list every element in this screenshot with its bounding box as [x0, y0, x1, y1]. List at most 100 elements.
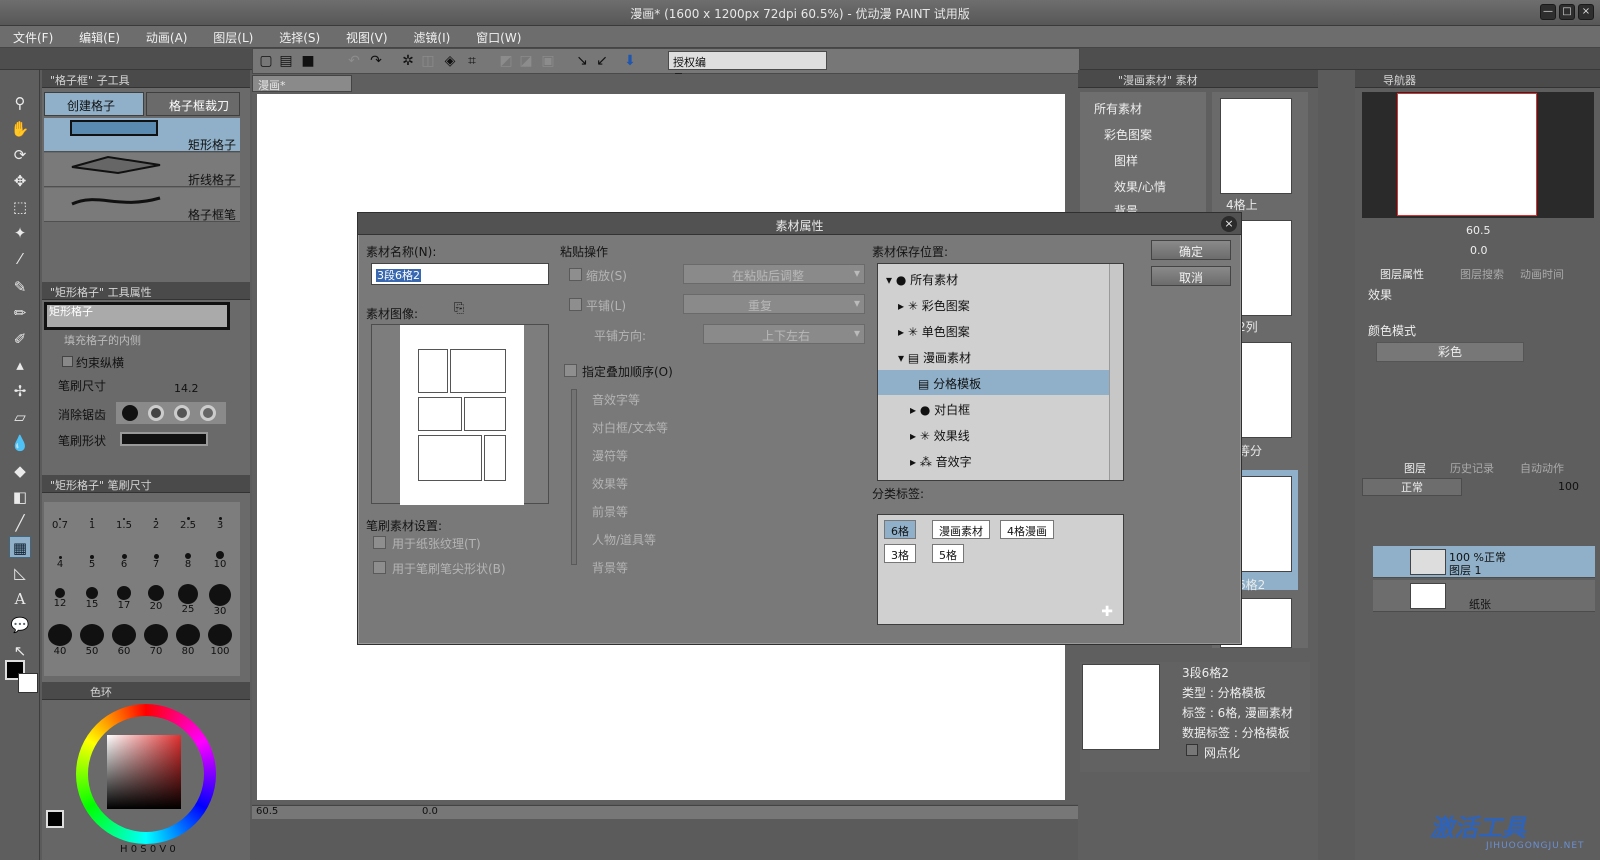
brush-size-option[interactable]: 4 — [44, 544, 76, 583]
eyedropper-icon[interactable]: ⁄ — [9, 248, 31, 270]
antialias-strong-icon[interactable] — [200, 405, 216, 421]
antialias-mid-icon[interactable] — [174, 405, 190, 421]
tree-item-effect-lines[interactable]: ▸ ✳ 效果线 — [878, 422, 1109, 447]
image-source-icon[interactable]: ⎘ — [454, 301, 464, 316]
material-tree-item[interactable]: 图样 — [1114, 152, 1138, 169]
brush-tool-icon[interactable]: ✐ — [9, 328, 31, 350]
pen-tool-icon[interactable]: ✎ — [9, 276, 31, 298]
tree-item-manpu[interactable]: ▸ ✳ 漫符 — [878, 474, 1109, 480]
antialias-selector[interactable] — [116, 402, 226, 424]
menu-view[interactable]: 视图(V) — [333, 26, 397, 46]
brush-size-option[interactable]: 1.5 — [108, 504, 140, 543]
layer-row[interactable]: 100 %正常 图层 1 — [1373, 546, 1595, 578]
menu-filter[interactable]: 滤镜(I) — [400, 26, 459, 46]
eraser-tool-icon[interactable]: ▱ — [9, 406, 31, 428]
brush-size-option[interactable]: 2.5 — [172, 504, 204, 543]
brush-size-option[interactable]: 10 — [204, 544, 236, 583]
fill-icon[interactable]: ◈ — [441, 52, 459, 70]
dialog-close-button[interactable]: × — [1221, 216, 1237, 232]
gradient-tool-icon[interactable]: ◧ — [9, 486, 31, 508]
save-icon[interactable]: ■ — [299, 52, 317, 70]
airbrush-tool-icon[interactable]: ▴ — [9, 354, 31, 376]
brush-size-option[interactable]: 12 — [44, 584, 76, 623]
brush-size-option[interactable]: 0.7 — [44, 504, 76, 543]
tree-item-mono-pattern[interactable]: ▸ ✳ 单色图案 — [878, 318, 1109, 343]
brush-size-option[interactable]: 1 — [76, 504, 108, 543]
brush-size-option[interactable]: 100 — [204, 624, 236, 663]
blend-mode-select[interactable]: 正常 — [1362, 478, 1462, 496]
brush-size-value[interactable]: 14.2 — [174, 382, 199, 395]
material-tree-item[interactable]: 效果/心情 — [1114, 178, 1166, 195]
menu-file[interactable]: 文件(F) — [0, 26, 62, 46]
tile-direction-select[interactable]: 上下左右 — [703, 324, 865, 344]
tab-create-frame[interactable]: 创建格子 — [44, 92, 144, 116]
brush-size-option[interactable]: 60 — [108, 624, 140, 663]
color-main-swatch[interactable] — [46, 810, 64, 828]
menu-select[interactable]: 选择(S) — [266, 26, 329, 46]
brush-size-option[interactable]: 70 — [140, 624, 172, 663]
tab-frame-cutter[interactable]: 格子框裁刀 — [146, 92, 240, 116]
brush-size-option[interactable]: 6 — [108, 544, 140, 583]
tab-layer-search[interactable]: 图层搜索 — [1460, 266, 1504, 282]
material-thumb[interactable] — [1220, 98, 1292, 194]
ruler-tool-icon[interactable]: ◺ — [9, 562, 31, 584]
tag-chip[interactable]: 6格 — [884, 520, 916, 539]
minimize-button[interactable]: — — [1540, 4, 1556, 20]
brush-size-option[interactable]: 15 — [76, 584, 108, 623]
brush-tip-checkbox[interactable] — [373, 561, 386, 574]
brush-shape-preview[interactable] — [120, 432, 208, 446]
tag-chip[interactable]: 3格 — [884, 544, 916, 563]
ok-button[interactable]: 确定 — [1151, 240, 1231, 260]
tree-item-all[interactable]: ▾ ● 所有素材 — [878, 266, 1109, 291]
brush-size-option[interactable]: 40 — [44, 624, 76, 663]
scale-checkbox[interactable] — [569, 268, 582, 281]
angle-readout[interactable]: 0.0 — [422, 806, 438, 817]
snap-grid-icon[interactable]: ⬇ — [621, 52, 639, 70]
material-tree-item[interactable]: 彩色图案 — [1104, 126, 1152, 143]
correct-line-tool-icon[interactable]: ↖ — [9, 640, 31, 662]
scale-mode-select[interactable]: 在粘贴后调整 — [683, 264, 865, 284]
antialias-weak-icon[interactable] — [148, 405, 164, 421]
tab-auto-action[interactable]: 自动动作 — [1520, 460, 1564, 476]
menu-window[interactable]: 窗口(W) — [463, 26, 530, 46]
decoration-tool-icon[interactable]: ✢ — [9, 380, 31, 402]
overlay-order-checkbox[interactable] — [564, 364, 577, 377]
menu-animation[interactable]: 动画(A) — [133, 26, 197, 46]
brush-size-option[interactable]: 8 — [172, 544, 204, 583]
tree-item-frame-template[interactable]: ▤ 分格模板 — [878, 370, 1109, 395]
tab-animation[interactable]: 动画时间 — [1520, 266, 1564, 282]
nav-angle[interactable]: 0.0 — [1470, 244, 1488, 257]
tab-layer[interactable]: 图层 — [1404, 460, 1426, 476]
layer-row[interactable]: 纸张 — [1373, 580, 1595, 612]
add-tag-icon[interactable]: ✚ — [1101, 604, 1113, 620]
paper-texture-checkbox[interactable] — [373, 536, 386, 549]
undo-icon[interactable]: ↶ — [345, 52, 363, 70]
text-tool-icon[interactable]: A — [9, 588, 31, 610]
opacity-value[interactable]: 100 — [1558, 480, 1579, 493]
magic-wand-icon[interactable]: ✦ — [9, 222, 31, 244]
brush-size-option[interactable]: 80 — [172, 624, 204, 663]
zoom-readout[interactable]: 60.5 — [256, 806, 278, 817]
material-tree-item[interactable]: 背景 — [1114, 202, 1138, 212]
brush-size-option[interactable]: 7 — [140, 544, 172, 583]
material-tree-item[interactable]: 所有素材 — [1094, 100, 1142, 117]
frame-border-tool-icon[interactable]: ▦ — [9, 536, 31, 558]
antialias-none-icon[interactable] — [122, 405, 138, 421]
sub-color-swatch[interactable] — [18, 673, 38, 693]
document-tab[interactable]: 漫画* — [252, 75, 352, 92]
open-file-icon[interactable]: ▤ — [277, 52, 295, 70]
selection-tool-icon[interactable]: ⬚ — [9, 196, 31, 218]
balloon-tool-icon[interactable]: 💬 — [9, 614, 31, 636]
brush-size-option[interactable]: 20 — [140, 584, 172, 623]
deselect-icon[interactable]: ◪ — [517, 52, 535, 70]
subtool-frame-pen[interactable]: 格子框笔 — [44, 188, 240, 222]
move-tool-icon[interactable]: ✥ — [9, 170, 31, 192]
tag-chip[interactable]: 4格漫画 — [1000, 520, 1054, 539]
overlay-order-slider[interactable] — [571, 389, 577, 565]
redo-icon[interactable]: ↷ — [367, 52, 385, 70]
tag-chip[interactable]: 漫画素材 — [932, 520, 990, 539]
brush-size-option[interactable]: 50 — [76, 624, 108, 663]
tab-layer-property[interactable]: 图层属性 — [1380, 266, 1424, 282]
snap-ruler-icon[interactable]: ↘ — [573, 52, 591, 70]
figure-tool-icon[interactable]: ╱ — [9, 512, 31, 534]
